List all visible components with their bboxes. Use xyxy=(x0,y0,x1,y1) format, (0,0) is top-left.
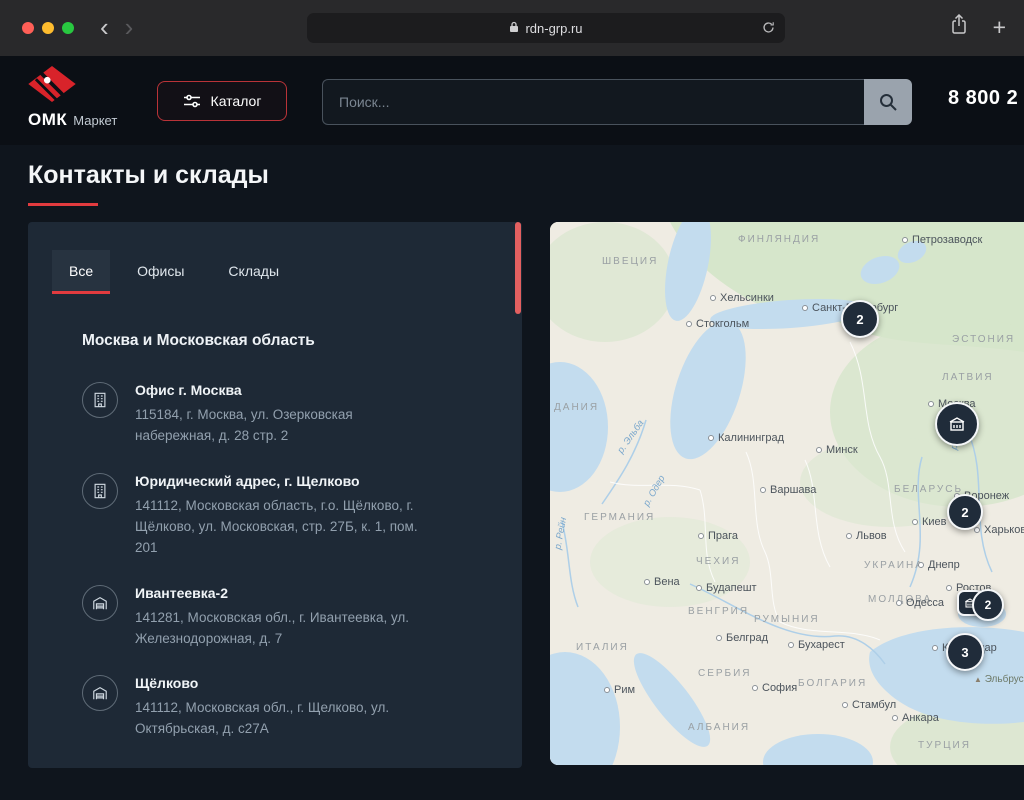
map-markers-layer: 2 2 2 3 xyxy=(550,222,1024,765)
map-cluster-marker[interactable]: 2 xyxy=(972,589,1004,621)
lock-icon xyxy=(509,21,519,36)
map-cluster-marker[interactable]: 2 xyxy=(841,300,879,338)
contacts-tabs: ВсеОфисыСклады xyxy=(52,250,522,294)
omk-logo[interactable]: ОМК Маркет xyxy=(28,66,117,130)
tab-warehouses[interactable]: Склады xyxy=(211,250,296,294)
tab-all[interactable]: Все xyxy=(52,250,110,294)
contact-item[interactable]: Ивантеевка-2 141281, Московская обл., г. … xyxy=(82,585,426,650)
page-title: Контакты и склады xyxy=(28,161,269,190)
logo-text: ОМК xyxy=(28,110,67,129)
site-header: ОМК Маркет Каталог 8 800 2 xyxy=(0,56,1024,145)
search-button[interactable] xyxy=(864,79,912,125)
contact-item[interactable]: Щёлково 141112, Московская обл., г. Щелко… xyxy=(82,675,426,740)
zoom-window-button[interactable] xyxy=(62,22,74,34)
contact-address: 115184, г. Москва, ул. Озерковская набер… xyxy=(135,405,426,447)
catalog-button-label: Каталог xyxy=(211,93,262,109)
contact-title: Ивантеевка-2 xyxy=(135,585,426,601)
region-heading: Москва и Московская область xyxy=(82,332,498,350)
contact-title: Офис г. Москва xyxy=(135,382,426,398)
contact-item[interactable]: Юридический адрес, г. Щелково 141112, Мос… xyxy=(82,473,426,559)
contact-address: 141112, Московская область, г.о. Щёлково… xyxy=(135,496,426,559)
share-icon[interactable] xyxy=(951,14,967,39)
map-pin-marker[interactable] xyxy=(935,402,979,446)
reload-icon[interactable] xyxy=(762,21,775,37)
map[interactable]: ФИНЛЯНДИЯШВЕЦИЯЭСТОНИЯЛАТВИЯДАНИЯБЕЛАРУС… xyxy=(550,222,1024,765)
contact-title: Юридический адрес, г. Щелково xyxy=(135,473,426,489)
contact-title: Щёлково xyxy=(135,675,426,691)
warehouse-icon xyxy=(82,585,118,621)
filter-lines-icon xyxy=(183,94,201,108)
browser-chrome: ‹ › rdn-grp.ru + xyxy=(0,0,1024,57)
window-controls xyxy=(22,22,74,34)
contact-address: 141112, Московская обл., г. Щелково, ул.… xyxy=(135,698,426,740)
phone-number[interactable]: 8 800 2 xyxy=(948,87,1018,110)
map-cluster-marker[interactable]: 2 xyxy=(947,494,983,530)
office-icon xyxy=(82,382,118,418)
minimize-window-button[interactable] xyxy=(42,22,54,34)
contact-address: 141281, Московская обл., г. Ивантеевка, … xyxy=(135,608,426,650)
omk-logo-mark xyxy=(28,66,76,102)
warehouse-icon xyxy=(82,675,118,711)
search-input[interactable] xyxy=(322,79,864,125)
forward-icon[interactable]: › xyxy=(125,10,134,44)
new-tab-icon[interactable]: + xyxy=(993,15,1006,39)
map-cluster-marker[interactable]: 3 xyxy=(946,633,984,671)
contacts-panel: ВсеОфисыСклады Москва и Московская облас… xyxy=(28,222,522,768)
logo-suffix: Маркет xyxy=(73,113,117,128)
contact-list: Офис г. Москва 115184, г. Москва, ул. Озе… xyxy=(82,382,426,740)
scrollbar-thumb[interactable] xyxy=(515,222,521,314)
contact-item[interactable]: Офис г. Москва 115184, г. Москва, ул. Озе… xyxy=(82,382,426,447)
back-icon[interactable]: ‹ xyxy=(100,10,109,44)
address-bar[interactable]: rdn-grp.ru xyxy=(307,13,785,43)
tab-offices[interactable]: Офисы xyxy=(120,250,201,294)
search-icon xyxy=(878,92,898,112)
office-icon xyxy=(82,473,118,509)
search-bar xyxy=(322,79,912,125)
title-accent-bar xyxy=(28,203,98,206)
catalog-button[interactable]: Каталог xyxy=(157,81,287,121)
close-window-button[interactable] xyxy=(22,22,34,34)
url-text: rdn-grp.ru xyxy=(525,21,582,36)
